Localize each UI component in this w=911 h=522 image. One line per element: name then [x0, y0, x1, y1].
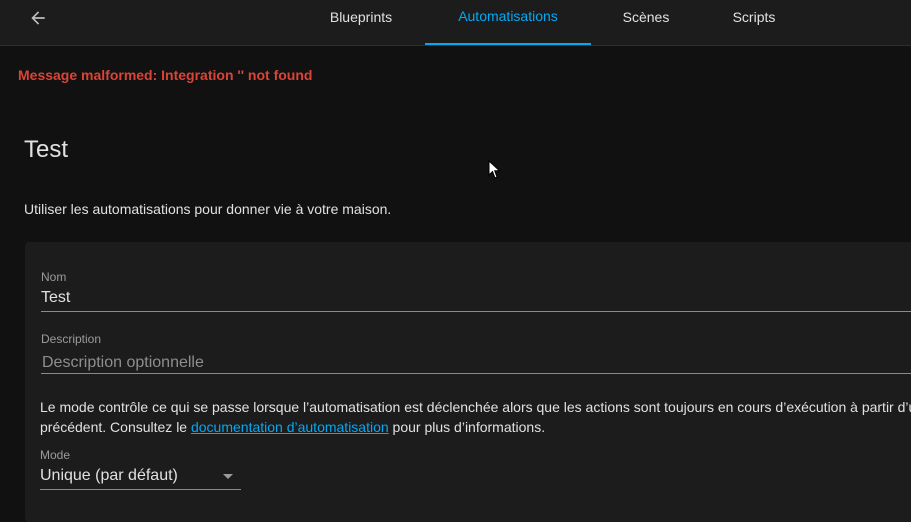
tab-blueprints[interactable]: Blueprints: [311, 0, 411, 45]
description-field-underline: [41, 373, 911, 374]
arrow-left-icon: [31, 11, 45, 25]
top-app-bar: Blueprints Automatisations Scènes Script…: [0, 0, 911, 46]
description-field-label: Description: [41, 332, 102, 346]
back-button[interactable]: [22, 3, 54, 33]
mode-select-underline: [40, 489, 241, 490]
page-intro: Utiliser les automatisations pour donner…: [24, 201, 392, 217]
mode-help-text: Le mode contrôle ce qui se passe lorsque…: [40, 397, 911, 437]
description-field[interactable]: Description optionnelle: [42, 354, 204, 372]
mode-select[interactable]: Unique (par défaut): [40, 467, 178, 485]
mouse-cursor-icon: [488, 160, 501, 179]
tab-automations[interactable]: Automatisations: [425, 0, 591, 45]
page-title: Test: [24, 136, 69, 163]
help-text-line1: Le mode contrôle ce qui se passe lorsque…: [40, 399, 911, 415]
menu-down-icon[interactable]: [222, 473, 234, 481]
automation-docs-link[interactable]: documentation d’automatisation: [191, 419, 389, 435]
tab-scripts[interactable]: Scripts: [712, 0, 796, 45]
name-field[interactable]: Test: [41, 289, 70, 307]
error-message: Message malformed: Integration '' not fo…: [18, 67, 313, 83]
mode-field-label: Mode: [40, 448, 71, 462]
name-field-label: Nom: [41, 270, 67, 284]
help-text-line2: précédent. Consultez le documentation d’…: [40, 419, 546, 435]
tab-scenes[interactable]: Scènes: [605, 0, 687, 45]
name-field-underline: [41, 311, 911, 312]
